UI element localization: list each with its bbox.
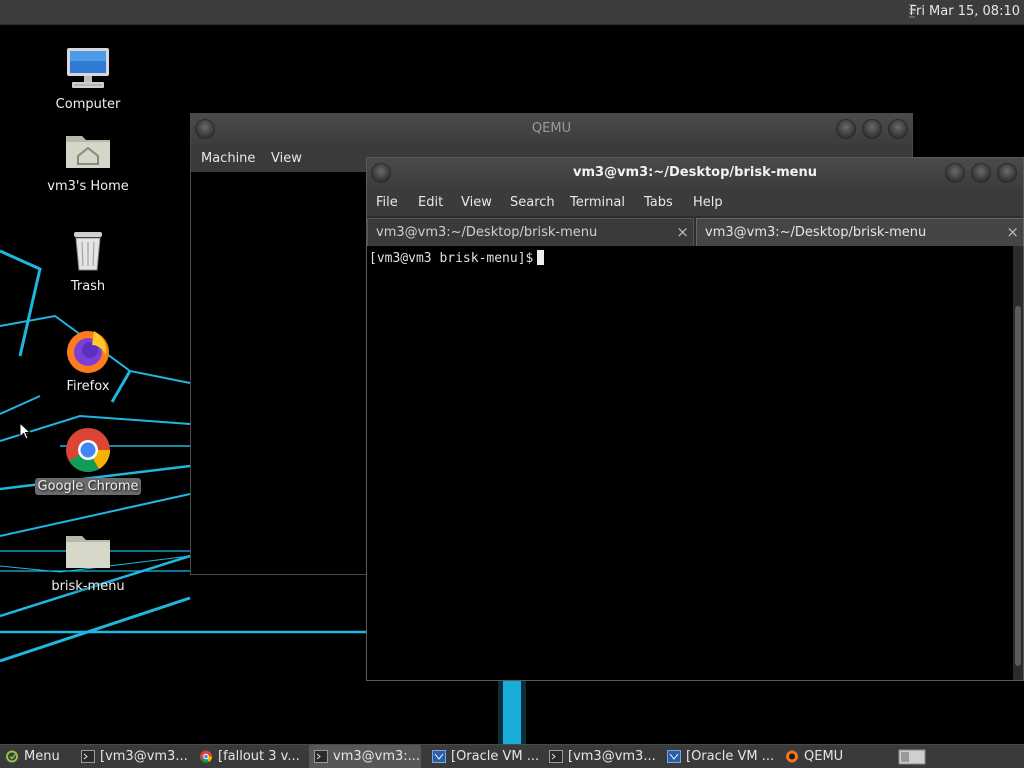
text-cursor (537, 250, 545, 265)
terminal-menubar: File Edit View Search Terminal Tabs Help (367, 188, 1023, 216)
minimize-button[interactable] (945, 163, 965, 183)
task-label: vm3@vm3:... (333, 749, 421, 764)
menu-terminal[interactable]: Terminal (570, 195, 625, 210)
menu-icon (6, 750, 18, 763)
virtualbox-icon (432, 750, 446, 763)
terminal-window[interactable]: vm3@vm3:~/Desktop/brisk-menu File Edit V… (366, 157, 1024, 681)
menu-machine[interactable]: Machine (201, 151, 255, 166)
terminal-scrollbar[interactable] (1013, 246, 1023, 680)
task-label: [Oracle VM ... (686, 749, 775, 764)
terminal-icon (81, 750, 95, 763)
desktop-icon-label: Trash (70, 279, 106, 294)
terminal-tab-active[interactable]: vm3@vm3:~/Desktop/brisk-menu × (696, 218, 1024, 246)
virtualbox-icon (667, 750, 681, 763)
menu-view[interactable]: View (271, 151, 302, 166)
menu-tabs[interactable]: Tabs (644, 195, 673, 210)
chrome-icon (200, 750, 213, 763)
task-label: [fallout 3 v... (218, 749, 300, 764)
menu-label: Menu (24, 749, 60, 764)
taskbar-task[interactable]: [fallout 3 v... (194, 745, 306, 768)
bottom-taskbar: Menu [vm3@vm3... [fallout 3 v... vm3@vm3… (0, 744, 1024, 768)
clock[interactable]: Fri Mar 15, 08:10 (909, 4, 1020, 19)
close-button[interactable] (997, 163, 1017, 183)
qemu-titlebar[interactable]: QEMU (191, 114, 912, 144)
menu-help[interactable]: Help (693, 195, 723, 210)
trash-icon (64, 226, 112, 274)
qemu-icon (786, 750, 798, 763)
desktop-icon-label: Google Chrome (34, 478, 142, 495)
terminal-icon (314, 750, 328, 763)
desktop-icon-computer[interactable]: Computer (33, 44, 143, 113)
tab-close-icon[interactable]: × (676, 223, 689, 241)
desktop-icon-label: vm3's Home (47, 179, 129, 194)
terminal-tab[interactable]: vm3@vm3:~/Desktop/brisk-menu × (367, 218, 694, 246)
chrome-icon (64, 426, 112, 474)
scrollbar-thumb[interactable] (1015, 306, 1021, 666)
desktop-icon-brisk-menu[interactable]: brisk-menu (33, 526, 143, 595)
desktop-icon-chrome[interactable]: Google Chrome (33, 426, 143, 495)
desktop-icon-label: Computer (55, 97, 121, 112)
task-label: [vm3@vm3... (100, 749, 188, 764)
task-label: [Oracle VM ... (451, 749, 540, 764)
taskbar-task[interactable]: [vm3@vm3... (544, 745, 658, 768)
minimize-button[interactable] (836, 119, 856, 139)
start-menu-button[interactable]: Menu (0, 745, 66, 768)
terminal-titlebar[interactable]: vm3@vm3:~/Desktop/brisk-menu (367, 158, 1023, 188)
terminal-tabbar: vm3@vm3:~/Desktop/brisk-menu × vm3@vm3:~… (367, 216, 1024, 246)
desktop-icon-firefox[interactable]: Firefox (33, 326, 143, 395)
terminal-icon (549, 750, 563, 763)
menu-file[interactable]: File (376, 195, 398, 210)
maximize-button[interactable] (971, 163, 991, 183)
firefox-icon (64, 326, 112, 374)
tab-label: vm3@vm3:~/Desktop/brisk-menu (376, 225, 598, 240)
taskbar-task-active[interactable]: vm3@vm3:... (309, 745, 421, 768)
taskbar-task[interactable]: QEMU (780, 745, 880, 768)
menu-view[interactable]: View (461, 195, 492, 210)
tab-label: vm3@vm3:~/Desktop/brisk-menu (705, 225, 927, 240)
show-desktop-icon[interactable] (898, 748, 926, 766)
menu-search[interactable]: Search (510, 195, 555, 210)
menu-edit[interactable]: Edit (418, 195, 443, 210)
desktop-icon-label: brisk-menu (51, 579, 125, 594)
taskbar-task[interactable]: [Oracle VM ... (662, 745, 775, 768)
top-panel: Fri Mar 15, 08:10 (0, 0, 1024, 25)
computer-icon (64, 44, 112, 92)
desktop-icon-label: Firefox (66, 379, 110, 394)
folder-icon (64, 526, 112, 574)
desktop-icon-home[interactable]: vm3's Home (33, 126, 143, 195)
terminal-output[interactable]: [vm3@vm3 brisk-menu]$ (367, 246, 1013, 680)
tab-close-icon[interactable]: × (1006, 223, 1019, 241)
terminal-prompt-line: [vm3@vm3 brisk-menu]$ (369, 250, 545, 266)
desktop-icon-trash[interactable]: Trash (33, 226, 143, 295)
task-label: [vm3@vm3... (568, 749, 656, 764)
home-folder-icon (64, 126, 112, 174)
mouse-pointer-icon (19, 422, 31, 440)
shell-prompt: [vm3@vm3 brisk-menu]$ (369, 251, 534, 266)
task-label: QEMU (804, 749, 844, 764)
close-button[interactable] (888, 119, 908, 139)
taskbar-task[interactable]: [Oracle VM ... (427, 745, 540, 768)
window-title: vm3@vm3:~/Desktop/brisk-menu (573, 165, 817, 180)
maximize-button[interactable] (862, 119, 882, 139)
taskbar-task[interactable]: [vm3@vm3... (76, 745, 190, 768)
window-title: QEMU (531, 121, 572, 136)
